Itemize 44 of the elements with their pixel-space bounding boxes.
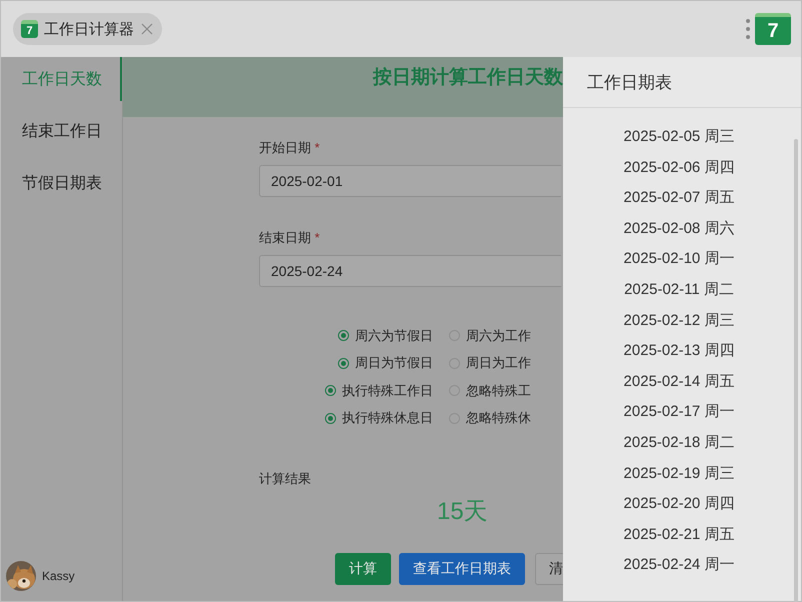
date-item: 2025-02-17 周一	[624, 402, 734, 422]
date-item: 2025-02-11 周二	[624, 280, 734, 300]
date-item: 2025-02-08 周六	[624, 218, 734, 239]
calendar-icon[interactable]: 7	[755, 13, 791, 45]
date-item: 2025-02-20 周四	[624, 494, 734, 514]
tab-title: 工作日计算器	[44, 20, 134, 38]
radio-option[interactable]: 执行特殊工作日	[259, 382, 449, 400]
close-icon[interactable]	[140, 22, 154, 36]
more-icon[interactable]	[745, 18, 751, 40]
date-item: 2025-02-13 周四	[624, 341, 734, 362]
date-item: 2025-02-12 周三	[624, 310, 734, 331]
sidebar-item[interactable]: 结束工作日	[1, 109, 122, 153]
app-tab[interactable]: 7 工作日计算器	[13, 13, 162, 45]
calculate-button[interactable]: 计算	[335, 553, 391, 585]
result-label: 计算结果	[259, 470, 312, 488]
date-item: 2025-02-10 周一	[624, 249, 734, 270]
page-title: 按日期计算工作日天数	[373, 66, 563, 90]
result-value: 15天	[437, 497, 489, 527]
date-item: 2025-02-18 周二	[624, 432, 734, 453]
date-item: 2025-02-21 周五	[624, 524, 734, 545]
drawer-title: 工作日期表	[563, 57, 801, 108]
calendar-icon: 7	[21, 20, 38, 38]
date-item: 2025-02-06 周四	[624, 158, 734, 178]
date-item: 2025-02-19 周三	[624, 464, 734, 484]
radio-option[interactable]: 周日为工作	[449, 354, 559, 372]
date-field[interactable]: 2025-02-24	[259, 255, 561, 287]
date-item: 2025-02-24 周一	[624, 555, 734, 576]
clear-button[interactable]: 清	[535, 553, 563, 585]
date-field[interactable]: 2025-02-01	[259, 165, 561, 197]
radio-option[interactable]: 周六为工作	[449, 326, 559, 345]
user-name: Kassy	[42, 569, 75, 583]
field-label: 开始日期 *	[259, 139, 321, 157]
field-label: 结束日期 *	[259, 229, 321, 247]
view-table-button[interactable]: 查看工作日期表	[399, 553, 525, 585]
date-item: 2025-02-14 周五	[624, 372, 734, 392]
radio-option[interactable]: 周日为节假日	[259, 354, 449, 372]
radio-option[interactable]: 执行特殊休息日	[259, 409, 449, 428]
radio-option[interactable]: 周六为节假日	[259, 326, 449, 345]
date-item: 2025-02-07 周五	[624, 188, 734, 208]
sidebar-item[interactable]: 节假日期表	[1, 161, 122, 205]
radio-option[interactable]: 忽略特殊休	[449, 409, 559, 428]
date-item: 2025-02-05 周三	[624, 127, 734, 147]
scrollbar[interactable]	[794, 139, 798, 602]
radio-option[interactable]: 忽略特殊工	[449, 382, 559, 400]
